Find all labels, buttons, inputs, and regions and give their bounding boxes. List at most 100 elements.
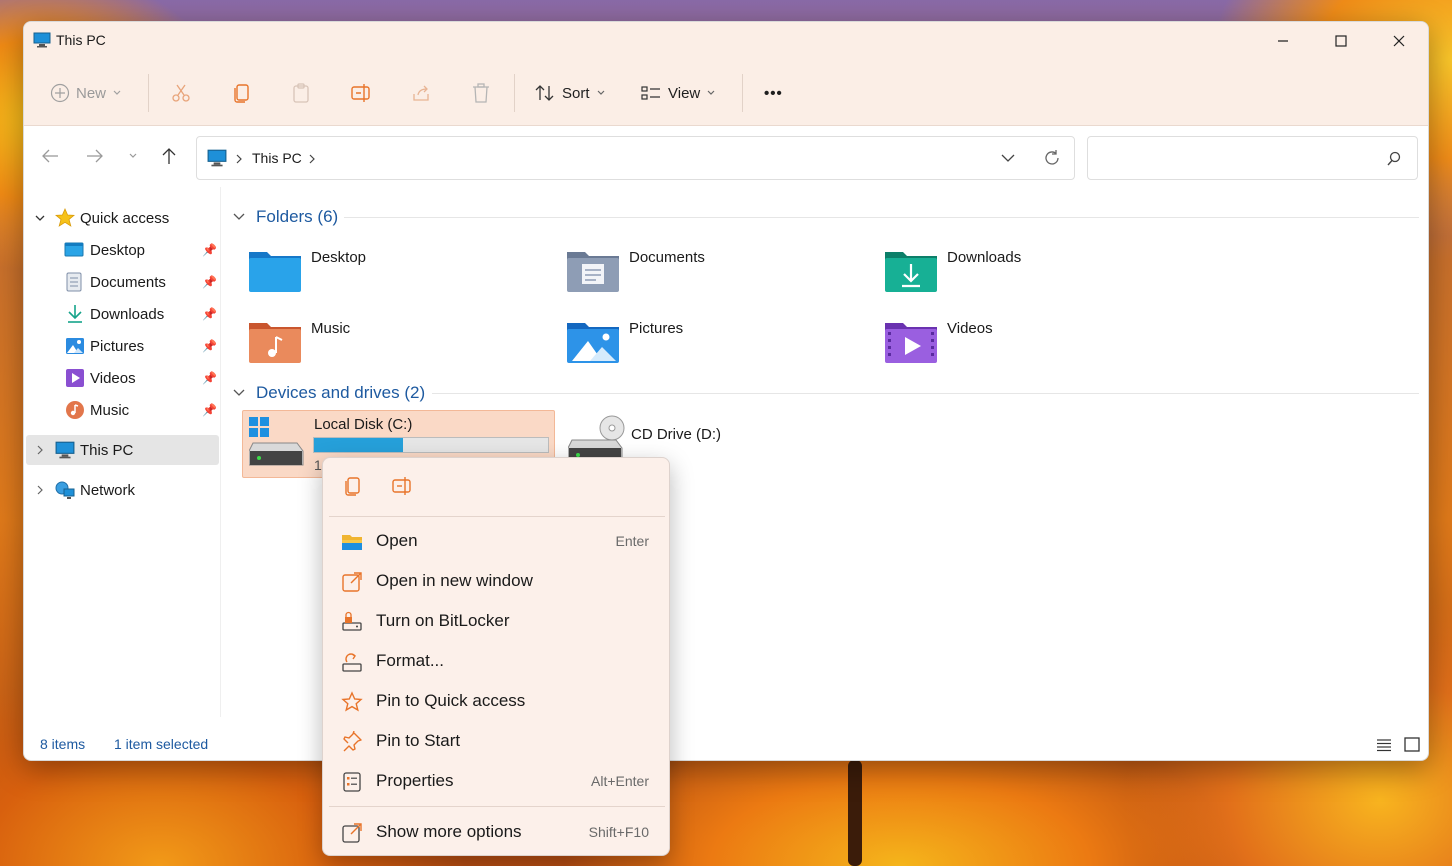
drive-label: CD Drive (D:) <box>631 426 721 443</box>
chevron-down-icon <box>707 90 715 95</box>
chevron-right-icon[interactable] <box>308 154 316 164</box>
chevron-down-icon <box>233 213 245 220</box>
folder-label: Downloads <box>947 249 1022 266</box>
star-icon <box>55 208 75 227</box>
menu-item-pin-quick-access[interactable]: Pin to Quick access <box>323 681 671 721</box>
chevron-down-icon[interactable] <box>34 212 46 224</box>
arrow-left-icon <box>42 149 58 163</box>
sort-button[interactable]: Sort <box>534 72 606 114</box>
videos-folder-icon <box>885 323 937 363</box>
chevron-down-icon <box>597 90 604 95</box>
sidebar-item-downloads[interactable]: Downloads 📌 <box>24 299 221 329</box>
pictures-folder-icon <box>567 323 619 363</box>
menu-item-properties[interactable]: Properties Alt+Enter <box>323 761 671 801</box>
chevron-down-icon <box>129 153 137 158</box>
drive-space-text: 1 <box>314 457 322 473</box>
sidebar-item-label: Music <box>90 401 130 419</box>
folders-section-header[interactable]: Folders (6) <box>232 204 338 230</box>
menu-item-format[interactable]: Format... <box>323 641 671 681</box>
tiles-view-icon[interactable] <box>1404 737 1420 753</box>
arrow-up-icon <box>162 148 176 164</box>
sidebar-quick-access[interactable]: Quick access <box>24 203 221 233</box>
toolbar-divider <box>514 74 515 112</box>
recent-locations-button[interactable] <box>120 143 146 169</box>
rename-button[interactable] <box>350 72 374 114</box>
this-pc-icon <box>207 149 227 167</box>
folder-desktop[interactable]: Desktop <box>248 241 548 297</box>
menu-item-show-more-options[interactable]: Show more options Shift+F10 <box>323 812 671 852</box>
folder-label: Music <box>311 320 351 337</box>
pin-icon: 📌 <box>202 307 217 321</box>
view-label: View <box>668 84 701 102</box>
menu-item-shortcut: Alt+Enter <box>591 773 649 789</box>
details-view-icon[interactable] <box>1376 738 1392 752</box>
star-icon <box>341 691 363 712</box>
view-button[interactable]: View <box>640 72 716 114</box>
sort-label: Sort <box>562 84 590 102</box>
breadcrumb-this-pc[interactable]: This PC <box>252 150 302 166</box>
forward-button[interactable] <box>82 143 108 169</box>
folder-documents[interactable]: Documents <box>566 241 866 297</box>
sidebar-item-pictures[interactable]: Pictures 📌 <box>24 331 221 361</box>
menu-item-pin-start[interactable]: Pin to Start <box>323 721 671 761</box>
context-rename-button[interactable] <box>391 475 415 499</box>
search-input[interactable] <box>1096 145 1376 171</box>
minimize-icon <box>1278 40 1288 42</box>
sidebar-item-label: Documents <box>90 273 166 291</box>
folder-videos[interactable]: Videos <box>884 312 1184 368</box>
maximize-button[interactable] <box>1312 26 1370 56</box>
desktop-folder-icon <box>249 252 301 292</box>
more-dots-icon: ••• <box>764 84 783 102</box>
chevron-right-icon[interactable] <box>35 444 45 456</box>
copy-button[interactable] <box>230 72 252 114</box>
context-menu: Open Enter Open in new window Turn on Bi… <box>322 457 670 856</box>
menu-item-bitlocker[interactable]: Turn on BitLocker <box>323 601 671 641</box>
sidebar-item-videos[interactable]: Videos 📌 <box>24 363 221 393</box>
new-button[interactable]: New <box>50 72 122 114</box>
close-button[interactable] <box>1370 26 1428 56</box>
cut-button[interactable] <box>170 72 192 114</box>
documents-icon <box>66 272 82 292</box>
drives-section-header[interactable]: Devices and drives (2) <box>232 380 425 406</box>
back-button[interactable] <box>37 143 63 169</box>
maximize-icon <box>1335 35 1347 47</box>
delete-button[interactable] <box>470 72 492 114</box>
folder-downloads[interactable]: Downloads <box>884 241 1184 297</box>
chevron-right-icon <box>236 154 242 164</box>
selection-count: 1 item selected <box>114 736 209 752</box>
sidebar-item-documents[interactable]: Documents 📌 <box>24 267 221 297</box>
cut-icon <box>172 84 190 102</box>
downloads-icon <box>68 305 82 323</box>
section-divider <box>344 217 1419 218</box>
up-button[interactable] <box>156 143 182 169</box>
folders-header-label: Folders (6) <box>256 207 339 226</box>
menu-item-open[interactable]: Open Enter <box>323 521 671 561</box>
more-options-button[interactable]: ••• <box>764 72 783 114</box>
chevron-down-icon <box>233 389 245 396</box>
sidebar-item-desktop[interactable]: Desktop 📌 <box>24 235 221 265</box>
chevron-right-icon[interactable] <box>35 484 45 496</box>
context-copy-button[interactable] <box>341 475 365 499</box>
search-box[interactable] <box>1087 136 1418 180</box>
refresh-icon[interactable] <box>1043 149 1061 167</box>
navigation-pane: Quick access Desktop 📌 Documents 📌 Downl… <box>24 187 221 717</box>
folder-music[interactable]: Music <box>248 312 548 368</box>
search-icon <box>1387 151 1401 166</box>
folder-label: Documents <box>629 249 705 266</box>
sidebar-item-network[interactable]: Network <box>24 475 221 505</box>
chevron-down-icon[interactable] <box>1001 153 1015 163</box>
sidebar-item-music[interactable]: Music 📌 <box>24 395 221 425</box>
paste-button[interactable] <box>290 72 312 114</box>
sidebar-item-this-pc[interactable]: This PC <box>26 435 219 465</box>
minimize-button[interactable] <box>1254 26 1312 56</box>
folder-pictures[interactable]: Pictures <box>566 312 866 368</box>
address-bar[interactable]: This PC <box>196 136 1075 180</box>
menu-item-label: Properties <box>376 771 454 790</box>
folder-label: Pictures <box>629 320 684 337</box>
sidebar-item-label: Pictures <box>90 337 145 355</box>
menu-item-open-new-window[interactable]: Open in new window <box>323 561 671 601</box>
folder-label: Videos <box>947 320 993 337</box>
title-bar: This PC New Sort View ••• <box>24 22 1428 126</box>
pin-icon: 📌 <box>202 403 217 417</box>
share-button[interactable] <box>410 72 432 114</box>
